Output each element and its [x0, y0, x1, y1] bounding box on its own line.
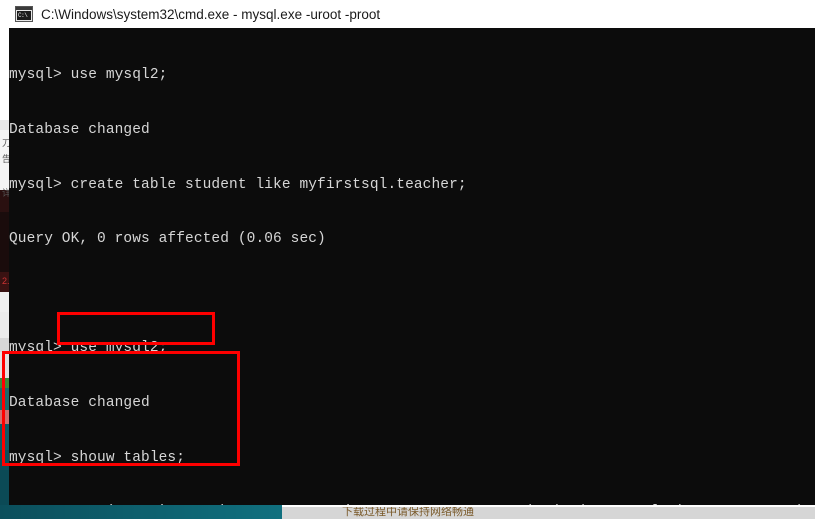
taskbar-light-strip: 下载过程中请保持网络畅通: [282, 507, 815, 519]
cmd-window[interactable]: C:\ C:\Windows\system32\cmd.exe - mysql.…: [0, 0, 815, 507]
taskbar-clipped-text: 下载过程中请保持网络畅通: [342, 507, 474, 518]
console-output-area[interactable]: mysql> use mysql2; Database changed mysq…: [9, 28, 815, 507]
screenshot-root: 刀 告 详 2. C:\ C:\Windows\system32\cmd.exe…: [0, 0, 815, 519]
console-line: Database changed: [9, 122, 150, 138]
cmd-icon-glyph: C:\: [17, 11, 31, 20]
console-text-block: mysql> use mysql2; Database changed mysq…: [9, 30, 815, 507]
console-line: Database changed: [9, 394, 150, 411]
window-titlebar[interactable]: C:\ C:\Windows\system32\cmd.exe - mysql.…: [9, 0, 815, 28]
cmd-console-icon: C:\: [15, 6, 33, 22]
console-line: mysql> shouw tables;: [9, 449, 186, 466]
console-line: mysql> use mysql2;: [9, 340, 168, 357]
console-line: Query OK, 0 rows affected (0.06 sec): [9, 231, 326, 248]
console-line: mysql> create table student like myfirst…: [9, 176, 467, 193]
taskbar-teal-strip: [0, 505, 282, 519]
window-title: C:\Windows\system32\cmd.exe - mysql.exe …: [41, 6, 381, 22]
console-line: mysql> use mysql2;: [9, 67, 168, 84]
